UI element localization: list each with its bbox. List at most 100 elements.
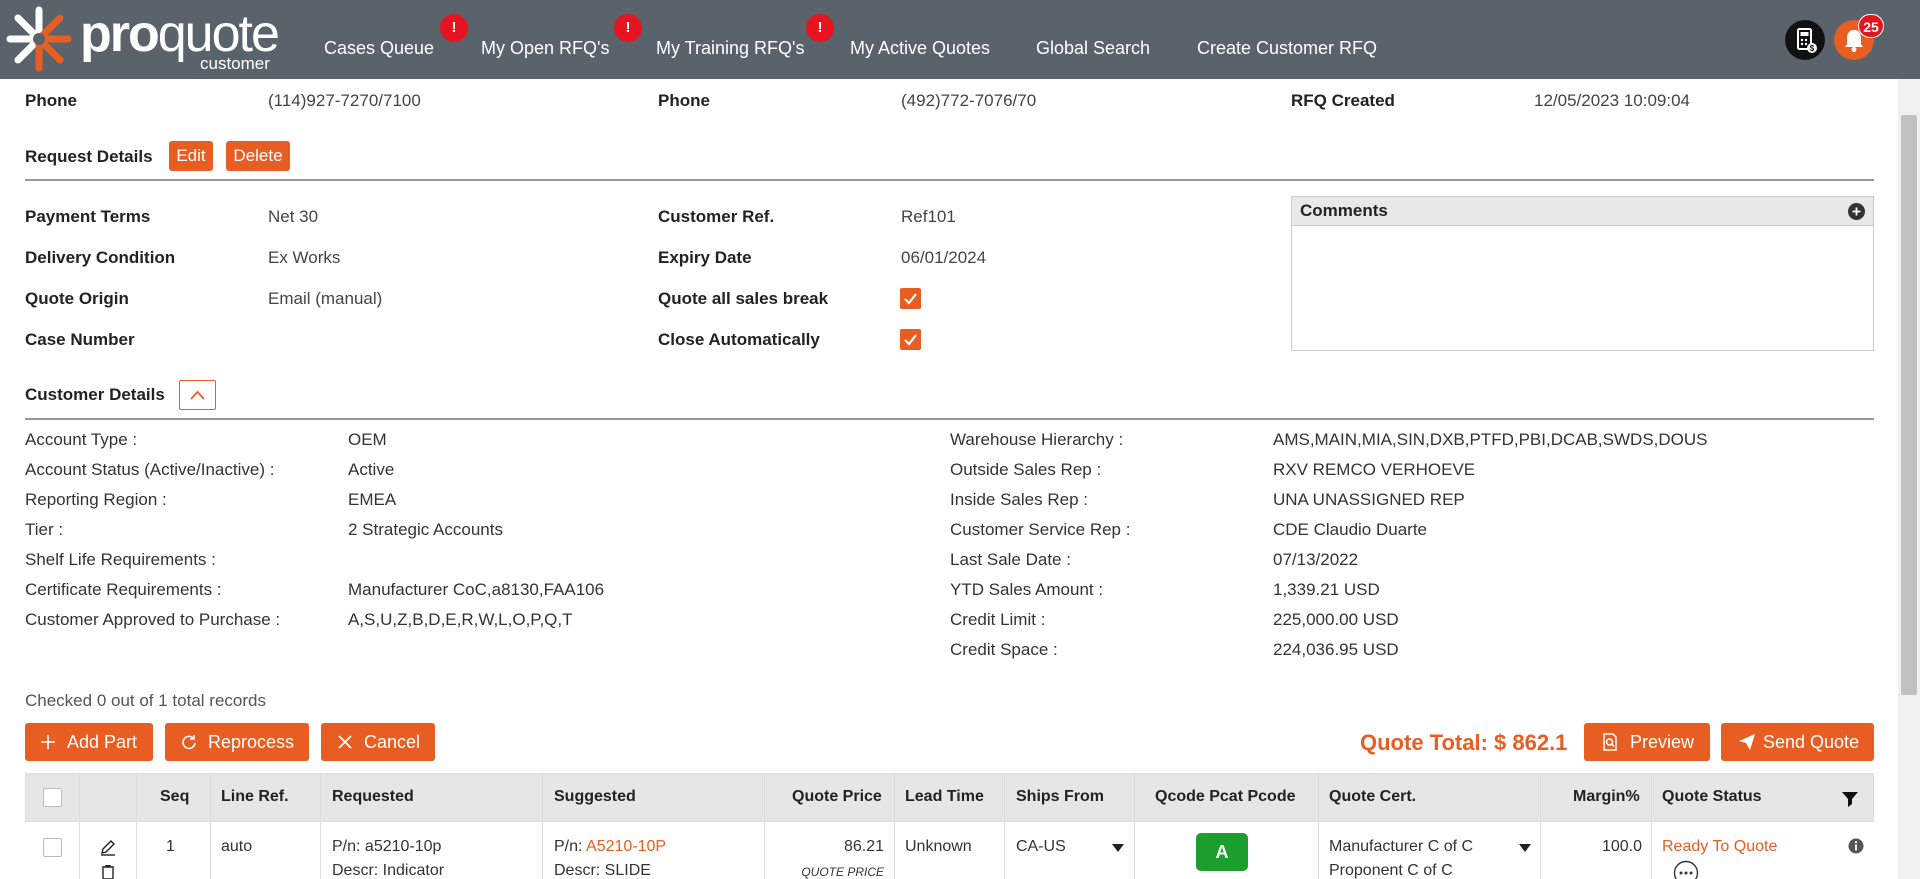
- add-part-button[interactable]: Add Part: [25, 723, 153, 761]
- chevron-up-icon: [190, 390, 205, 400]
- delivery-condition-label: Delivery Condition: [25, 248, 176, 267]
- reprocess-label: Reprocess: [208, 732, 295, 752]
- column-header-quote-cert[interactable]: Quote Cert.: [1329, 788, 1416, 806]
- column-header-qcode-pcat-pcode[interactable]: Qcode Pcat Pcode: [1155, 788, 1296, 806]
- quote-origin-value: Email (manual): [268, 289, 383, 308]
- column-header-quote-status[interactable]: Quote Status: [1662, 788, 1762, 806]
- suggested-description: Descr: SLIDE: [554, 862, 651, 879]
- preview-button[interactable]: Preview: [1584, 723, 1710, 761]
- cancel-button[interactable]: Cancel: [321, 723, 435, 761]
- more-options-icon[interactable]: [1673, 860, 1699, 879]
- calculator-icon: $: [1797, 28, 1817, 53]
- plus-icon: [1852, 207, 1861, 216]
- delivery-condition-value: Ex Works: [268, 248, 341, 267]
- quote-cert-value[interactable]: Manufacturer C of C: [1329, 838, 1473, 856]
- trash-icon[interactable]: [99, 865, 117, 879]
- nav-my-open-rfqs[interactable]: My Open RFQ's: [481, 38, 609, 59]
- requested-part-number: P/n: a5210-10p: [332, 838, 442, 855]
- suggested-part-number: P/n: A5210-10P: [554, 838, 667, 855]
- top-navbar: proquote customer Cases Queue ! My Open …: [0, 0, 1920, 79]
- request-details-title: Request Details: [25, 147, 153, 166]
- close-automatically-checkbox[interactable]: [900, 329, 921, 350]
- column-header-requested[interactable]: Requested: [332, 788, 414, 806]
- scrollbar-thumb[interactable]: [1901, 115, 1917, 695]
- plus-icon: [41, 735, 55, 749]
- info-icon[interactable]: [1848, 838, 1864, 854]
- column-header-lead-time[interactable]: Lead Time: [905, 788, 984, 806]
- payment-terms-value: Net 30: [268, 207, 319, 226]
- line-ref-cell: auto: [221, 838, 253, 855]
- shelf-life-label: Shelf Life Requirements :: [25, 550, 216, 569]
- notification-count-badge: 25: [1858, 14, 1884, 38]
- rfq-created-value: 12/05/2023 10:09:04: [1534, 91, 1690, 110]
- last-sale-date-label: Last Sale Date :: [950, 550, 1071, 569]
- customer-details-title: Customer Details: [25, 385, 165, 404]
- inside-sales-rep-value: UNA UNASSIGNED REP: [1273, 490, 1465, 509]
- column-divider: [542, 773, 543, 879]
- edit-button[interactable]: Edit: [169, 141, 213, 171]
- nav-cases-queue[interactable]: Cases Queue: [324, 38, 434, 59]
- send-quote-button[interactable]: Send Quote: [1721, 723, 1874, 761]
- column-divider: [1134, 773, 1135, 879]
- case-number-label: Case Number: [25, 330, 135, 349]
- warehouse-hierarchy-label: Warehouse Hierarchy :: [950, 430, 1124, 449]
- outside-sales-rep-label: Outside Sales Rep :: [950, 460, 1102, 479]
- tier-label: Tier :: [25, 520, 64, 539]
- delete-button[interactable]: Delete: [226, 141, 290, 171]
- inside-sales-rep-label: Inside Sales Rep :: [950, 490, 1088, 509]
- nav-my-active-quotes[interactable]: My Active Quotes: [850, 38, 990, 59]
- dropdown-caret-icon[interactable]: [1518, 843, 1532, 853]
- approved-to-purchase-label: Customer Approved to Purchase :: [25, 610, 281, 629]
- quote-cert-value-2: Proponent C of C: [1329, 862, 1453, 879]
- account-type-value: OEM: [348, 430, 387, 449]
- column-divider: [210, 773, 211, 879]
- suggested-part-link[interactable]: A5210-10P: [586, 838, 666, 855]
- qcode-grade-badge: A: [1196, 833, 1248, 871]
- edit-pencil-icon[interactable]: [99, 838, 117, 856]
- column-header-quote-price[interactable]: Quote Price: [792, 788, 882, 806]
- nav-my-training-rfqs[interactable]: My Training RFQ's: [656, 38, 804, 59]
- certificate-requirements-value: Manufacturer CoC,a8130,FAA106: [348, 580, 605, 599]
- customer-ref-label: Customer Ref.: [658, 207, 775, 226]
- preview-document-icon: [1603, 733, 1617, 751]
- add-comment-button[interactable]: [1848, 203, 1865, 220]
- seq-cell: 1: [166, 838, 175, 855]
- column-divider: [136, 773, 137, 879]
- checkmark-icon: [904, 293, 917, 305]
- alert-badge: !: [440, 14, 468, 42]
- collapse-customer-details-button[interactable]: [179, 380, 216, 410]
- logo-burst-icon: [6, 6, 72, 72]
- quote-all-sales-break-checkbox[interactable]: [900, 288, 921, 309]
- ytd-sales-amount-label: YTD Sales Amount :: [950, 580, 1104, 599]
- logo-subtitle: customer: [200, 54, 270, 73]
- account-status-label: Account Status (Active/Inactive) :: [25, 460, 275, 479]
- margin-cell: 100.0: [1601, 838, 1642, 855]
- proquote-logo[interactable]: proquote customer: [6, 6, 280, 73]
- phone-value: (492)772-7076/70: [901, 91, 1037, 110]
- nav-global-search[interactable]: Global Search: [1036, 38, 1150, 59]
- credit-space-value: 224,036.95 USD: [1273, 640, 1399, 659]
- column-header-seq[interactable]: Seq: [160, 788, 189, 806]
- refresh-icon: [182, 735, 196, 750]
- outside-sales-rep-value: RXV REMCO VERHOEVE: [1273, 460, 1476, 479]
- row-checkbox[interactable]: [43, 838, 62, 857]
- filter-icon[interactable]: [1841, 790, 1859, 808]
- checkmark-icon: [904, 334, 917, 346]
- nav-create-customer-rfq[interactable]: Create Customer RFQ: [1197, 38, 1377, 59]
- column-header-line-ref[interactable]: Line Ref.: [221, 788, 289, 806]
- approved-to-purchase-value: A,S,U,Z,B,D,E,R,W,L,O,P,Q,T: [348, 610, 573, 629]
- tier-value: 2 Strategic Accounts: [348, 520, 503, 539]
- quote-price-cell[interactable]: 86.21: [800, 838, 884, 856]
- quote-status-cell[interactable]: Ready To Quote: [1662, 838, 1777, 856]
- column-header-ships-from[interactable]: Ships From: [1016, 788, 1104, 806]
- column-header-margin[interactable]: Margin%: [1573, 788, 1640, 806]
- reprocess-button[interactable]: Reprocess: [165, 723, 309, 761]
- account-type-label: Account Type :: [25, 430, 138, 449]
- calculator-button[interactable]: $: [1785, 20, 1825, 60]
- column-divider: [1004, 773, 1005, 879]
- dropdown-caret-icon[interactable]: [1111, 843, 1125, 853]
- select-all-checkbox[interactable]: [43, 788, 62, 807]
- ships-from-select[interactable]: CA-US: [1016, 838, 1066, 856]
- column-header-suggested[interactable]: Suggested: [554, 788, 636, 806]
- column-divider: [320, 773, 321, 879]
